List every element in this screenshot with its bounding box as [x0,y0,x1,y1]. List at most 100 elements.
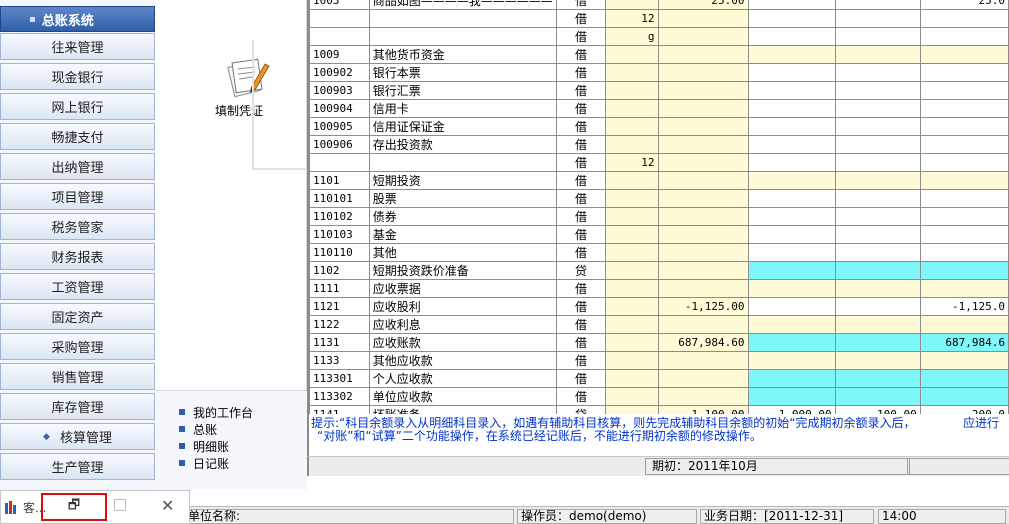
account-code-cell[interactable]: 100905 [309,117,370,136]
quantity-cell[interactable] [605,279,659,298]
credit-cell[interactable] [834,297,921,316]
amount-cell[interactable] [657,27,749,46]
amount-cell[interactable] [657,81,749,100]
debit-cell[interactable] [747,207,836,226]
credit-cell[interactable] [834,351,921,370]
quantity-cell[interactable] [605,243,659,262]
voucher-entry-icon[interactable] [225,54,271,98]
account-code-cell[interactable] [309,27,370,46]
amount-cell[interactable] [657,387,749,406]
account-name-cell[interactable]: 银行本票 [368,63,557,82]
amount-cell[interactable]: -1,125.00 [657,297,749,316]
credit-cell[interactable] [834,27,921,46]
account-code-cell[interactable]: 110101 [309,189,370,208]
amount-cell[interactable] [657,189,749,208]
quick-link-journal[interactable]: 日记账 [179,455,229,471]
credit-cell[interactable] [834,207,921,226]
quantity-cell[interactable] [605,369,659,388]
amount-cell[interactable] [657,243,749,262]
quantity-cell[interactable] [605,315,659,334]
quantity-cell[interactable] [605,81,659,100]
debit-cell[interactable] [747,189,836,208]
credit-cell[interactable] [834,9,921,28]
amount-cell[interactable]: 687,984.60 [657,333,749,352]
balance-cell[interactable] [919,171,1009,190]
account-name-cell[interactable]: 信用卡 [368,99,557,118]
debit-cell[interactable] [747,225,836,244]
account-code-cell[interactable]: 1131 [309,333,370,352]
debit-cell[interactable] [747,279,836,298]
account-name-cell[interactable]: 信用证保证金 [368,117,557,136]
quantity-cell[interactable] [605,225,659,244]
balance-cell[interactable] [919,369,1009,388]
credit-cell[interactable] [834,261,921,280]
balance-cell[interactable] [919,225,1009,244]
balance-cell[interactable] [919,261,1009,280]
account-code-cell[interactable]: 1141 [309,405,370,414]
maximize-button[interactable] [114,499,126,511]
sidebar-item-costing[interactable]: ◆ 核算管理 [0,423,155,450]
debit-cell[interactable] [747,117,836,136]
quantity-cell[interactable] [605,135,659,154]
account-code-cell[interactable]: 1009 [309,45,370,64]
quantity-cell[interactable] [605,405,659,414]
debit-cell[interactable] [747,63,836,82]
credit-cell[interactable] [834,279,921,298]
quick-link-workbench[interactable]: 我的工作台 [179,404,253,420]
debit-cell[interactable] [747,261,836,280]
account-name-cell[interactable]: 商品如图————我—————— [368,0,557,10]
credit-cell[interactable] [834,135,921,154]
debit-cell[interactable] [747,135,836,154]
amount-cell[interactable] [657,171,749,190]
credit-cell[interactable] [834,369,921,388]
quantity-cell[interactable] [605,117,659,136]
balance-cell[interactable] [919,135,1009,154]
quick-link-general-ledger[interactable]: 总账 [179,421,217,437]
voucher-entry-label[interactable]: 填制凭证 [215,102,295,119]
account-name-cell[interactable] [368,9,557,28]
account-name-cell[interactable]: 短期投资跌价准备 [368,261,557,280]
account-code-cell[interactable]: 113301 [309,369,370,388]
quantity-cell[interactable]: 12 [605,9,659,28]
account-code-cell[interactable]: 100902 [309,63,370,82]
debit-cell[interactable] [747,99,836,118]
balance-cell[interactable]: 25.0 [919,0,1009,10]
debit-cell[interactable] [747,27,836,46]
amount-cell[interactable]: 1,100.00 [657,405,749,414]
amount-cell[interactable] [657,99,749,118]
balance-cell[interactable]: 687,984.6 [919,333,1009,352]
account-code-cell[interactable]: 100906 [309,135,370,154]
account-name-cell[interactable]: 存出投资款 [368,135,557,154]
debit-cell[interactable] [747,369,836,388]
quantity-cell[interactable] [605,189,659,208]
amount-cell[interactable] [657,369,749,388]
amount-cell[interactable] [657,153,749,172]
amount-cell[interactable] [657,117,749,136]
debit-cell[interactable] [747,153,836,172]
balance-cell[interactable] [919,243,1009,262]
quantity-cell[interactable] [605,261,659,280]
account-name-cell[interactable]: 个人应收款 [368,369,557,388]
balance-cell[interactable] [919,81,1009,100]
account-name-cell[interactable]: 应收账款 [368,333,557,352]
account-code-cell[interactable]: 1133 [309,351,370,370]
account-code-cell[interactable]: 110102 [309,207,370,226]
sidebar-header-general-ledger[interactable]: ▪ 总账系统 [0,6,155,32]
credit-cell[interactable] [834,0,921,10]
debit-cell[interactable] [747,81,836,100]
account-code-cell[interactable]: 1111 [309,279,370,298]
account-name-cell[interactable]: 短期投资 [368,171,557,190]
sidebar-item-inventory[interactable]: 库存管理 [0,393,155,420]
balance-cell[interactable] [919,279,1009,298]
balance-cell[interactable] [919,153,1009,172]
account-code-cell[interactable]: 1122 [309,315,370,334]
quantity-cell[interactable] [605,351,659,370]
debit-cell[interactable]: 1,000.00 [747,405,836,414]
credit-cell[interactable]: 100.00 [834,405,921,414]
restore-button[interactable]: 🗗 [41,493,107,521]
account-name-cell[interactable]: 其他应收款 [368,351,557,370]
quantity-cell[interactable] [605,207,659,226]
balance-cell[interactable] [919,117,1009,136]
sidebar-item-payroll[interactable]: 工资管理 [0,273,155,300]
account-name-cell[interactable]: 应收利息 [368,315,557,334]
